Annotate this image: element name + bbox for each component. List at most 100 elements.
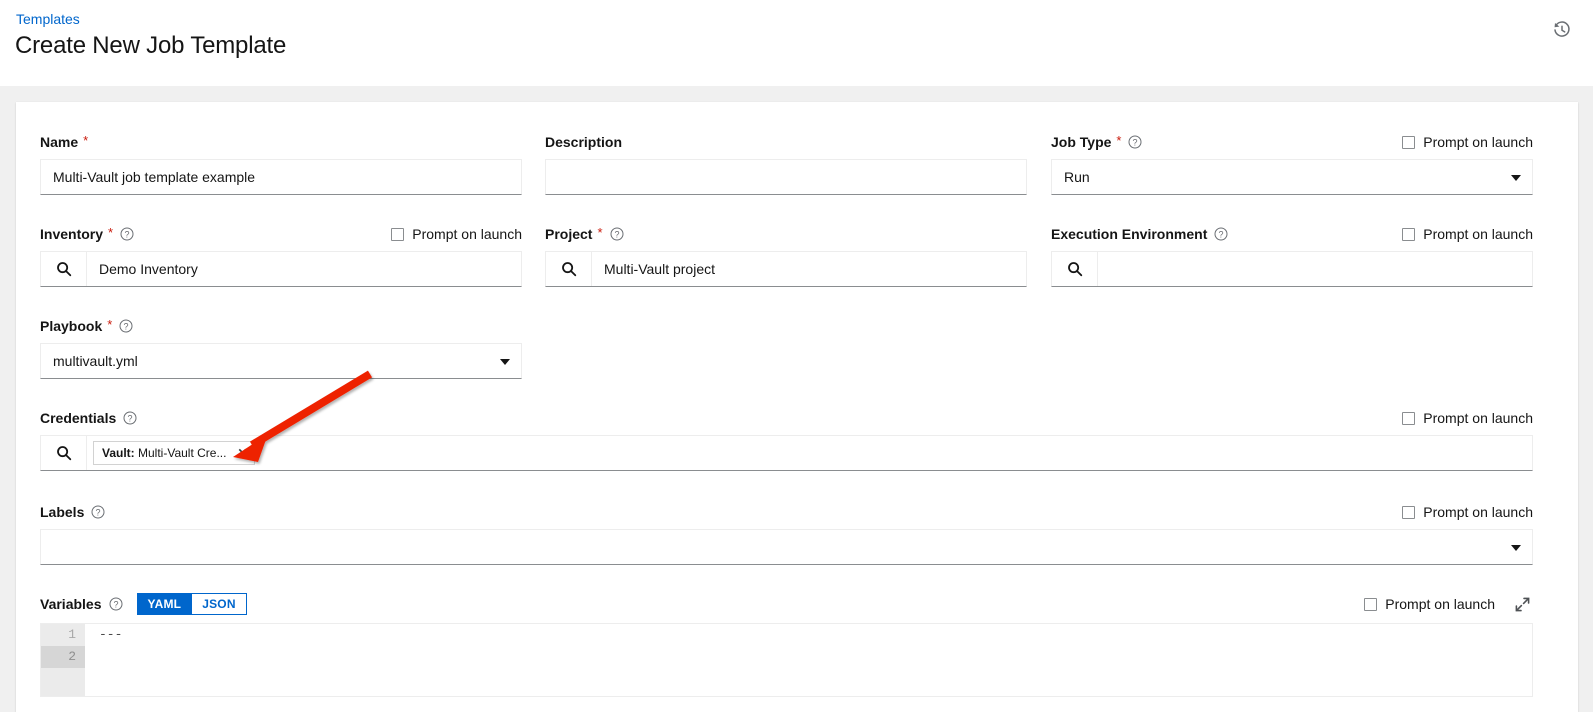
checkbox[interactable] <box>1364 597 1378 611</box>
credential-chip-prefix: Vault: <box>102 446 135 460</box>
variables-label: Variables <box>40 596 102 612</box>
inventory-label: Inventory <box>40 226 104 242</box>
inventory-required-marker: * <box>108 225 114 240</box>
field-labels: Labels ? Prompt on launch <box>40 502 1533 565</box>
job-type-label: Job Type <box>1051 134 1112 150</box>
job-template-form: Name * Description Job Type <box>16 102 1578 712</box>
svg-text:?: ? <box>113 599 118 609</box>
project-lookup: Multi-Vault project <box>545 251 1027 287</box>
project-value[interactable]: Multi-Vault project <box>592 252 1026 286</box>
prompt-on-launch-label: Prompt on launch <box>1423 134 1533 150</box>
editor-code-area[interactable]: --- <box>85 624 1532 696</box>
playbook-select[interactable]: multivault.yml <box>40 343 522 379</box>
execution-environment-label: Execution Environment <box>1051 226 1208 242</box>
field-name: Name * <box>40 132 522 195</box>
prompt-on-launch-label: Prompt on launch <box>1385 596 1495 612</box>
credential-chip-name: Multi-Vault Cre... <box>134 446 227 460</box>
help-icon[interactable]: ? <box>1128 135 1142 149</box>
search-icon[interactable] <box>1052 252 1098 286</box>
labels-label: Labels <box>40 504 85 520</box>
checkbox[interactable] <box>1402 135 1416 149</box>
checkbox[interactable] <box>1402 505 1416 519</box>
svg-text:?: ? <box>1133 137 1138 147</box>
field-description: Description <box>545 132 1027 195</box>
line-number: 1 <box>68 627 76 642</box>
search-icon[interactable] <box>546 252 592 286</box>
playbook-label: Playbook <box>40 318 103 334</box>
prompt-on-launch-label: Prompt on launch <box>1423 410 1533 426</box>
search-icon[interactable] <box>41 436 87 470</box>
help-icon[interactable]: ? <box>109 597 123 611</box>
svg-text:?: ? <box>128 413 133 423</box>
field-variables: Variables ? YAML JSON Prompt on launch 1… <box>40 592 1533 697</box>
search-icon[interactable] <box>41 252 87 286</box>
line-number-filler <box>41 668 85 690</box>
expand-icon[interactable] <box>1511 593 1533 615</box>
toggle-yaml[interactable]: YAML <box>136 593 193 615</box>
execution-environment-value[interactable] <box>1098 252 1532 286</box>
job-template-create-page: Templates Create New Job Template Name * <box>0 0 1593 712</box>
breadcrumb-templates[interactable]: Templates <box>16 10 80 28</box>
help-icon[interactable]: ? <box>119 319 133 333</box>
labels-prompt-on-launch[interactable]: Prompt on launch <box>1402 502 1533 522</box>
checkbox[interactable] <box>1402 227 1416 241</box>
credentials-chip-list: Vault: Multi-Vault Cre... ✕ <box>87 436 1532 470</box>
prompt-on-launch-label: Prompt on launch <box>1423 504 1533 520</box>
execution-environment-lookup <box>1051 251 1533 287</box>
playbook-required-marker: * <box>107 317 113 332</box>
name-input[interactable] <box>40 159 522 195</box>
help-icon[interactable]: ? <box>91 505 105 519</box>
history-icon[interactable] <box>1549 17 1575 43</box>
field-inventory: Inventory * ? Prompt on launch Demo Inve… <box>40 224 522 287</box>
prompt-on-launch-label: Prompt on launch <box>1423 226 1533 242</box>
prompt-on-launch-label: Prompt on launch <box>412 226 522 242</box>
svg-text:?: ? <box>614 229 619 239</box>
credential-chip-label: Vault: Multi-Vault Cre... <box>102 446 226 460</box>
name-label: Name <box>40 134 79 150</box>
editor-line-numbers: 1 2 <box>41 624 85 696</box>
field-credentials: Credentials ? Prompt on launch Vault: Mu… <box>40 408 1533 471</box>
inventory-prompt-on-launch[interactable]: Prompt on launch <box>391 224 522 244</box>
page-title: Create New Job Template <box>15 32 287 59</box>
name-required-marker: * <box>83 133 89 148</box>
line-number: 2 <box>41 646 85 668</box>
inventory-value[interactable]: Demo Inventory <box>87 252 521 286</box>
close-icon[interactable]: ✕ <box>234 445 250 461</box>
toggle-json[interactable]: JSON <box>192 593 247 615</box>
variables-format-toggle: YAML JSON <box>136 593 247 615</box>
checkbox[interactable] <box>391 227 405 241</box>
labels-select[interactable] <box>40 529 1533 565</box>
job-type-select[interactable]: Run <box>1051 159 1533 195</box>
code-line: --- <box>99 627 123 642</box>
field-project: Project * ? Multi-Vault project <box>545 224 1027 287</box>
page-header: Templates Create New Job Template <box>0 0 1593 86</box>
inventory-lookup: Demo Inventory <box>40 251 522 287</box>
svg-text:?: ? <box>1219 229 1224 239</box>
form-card: Name * Description Job Type <box>16 102 1578 712</box>
job-type-prompt-on-launch[interactable]: Prompt on launch <box>1402 132 1533 152</box>
credentials-label: Credentials <box>40 410 117 426</box>
help-icon[interactable]: ? <box>120 227 134 241</box>
help-icon[interactable]: ? <box>123 411 137 425</box>
description-label: Description <box>545 134 623 150</box>
job-type-required-marker: * <box>1116 133 1122 148</box>
description-input[interactable] <box>545 159 1027 195</box>
help-icon[interactable]: ? <box>610 227 624 241</box>
field-job-type: Job Type * ? Prompt on launch Run <box>1051 132 1533 195</box>
help-icon[interactable]: ? <box>1214 227 1228 241</box>
field-playbook: Playbook * ? multivault.yml <box>40 316 522 379</box>
credentials-prompt-on-launch[interactable]: Prompt on launch <box>1402 408 1533 428</box>
svg-text:?: ? <box>124 321 129 331</box>
variables-prompt-on-launch[interactable]: Prompt on launch <box>1364 594 1495 614</box>
svg-text:?: ? <box>125 229 130 239</box>
execution-environment-prompt-on-launch[interactable]: Prompt on launch <box>1402 224 1533 244</box>
project-label: Project <box>545 226 593 242</box>
checkbox[interactable] <box>1402 411 1416 425</box>
credential-chip[interactable]: Vault: Multi-Vault Cre... ✕ <box>93 441 256 465</box>
variables-code-editor[interactable]: 1 2 --- <box>40 623 1533 697</box>
svg-text:?: ? <box>96 507 101 517</box>
credentials-lookup: Vault: Multi-Vault Cre... ✕ <box>40 435 1533 471</box>
project-required-marker: * <box>597 225 603 240</box>
field-execution-environment: Execution Environment ? Prompt on launch <box>1051 224 1533 287</box>
